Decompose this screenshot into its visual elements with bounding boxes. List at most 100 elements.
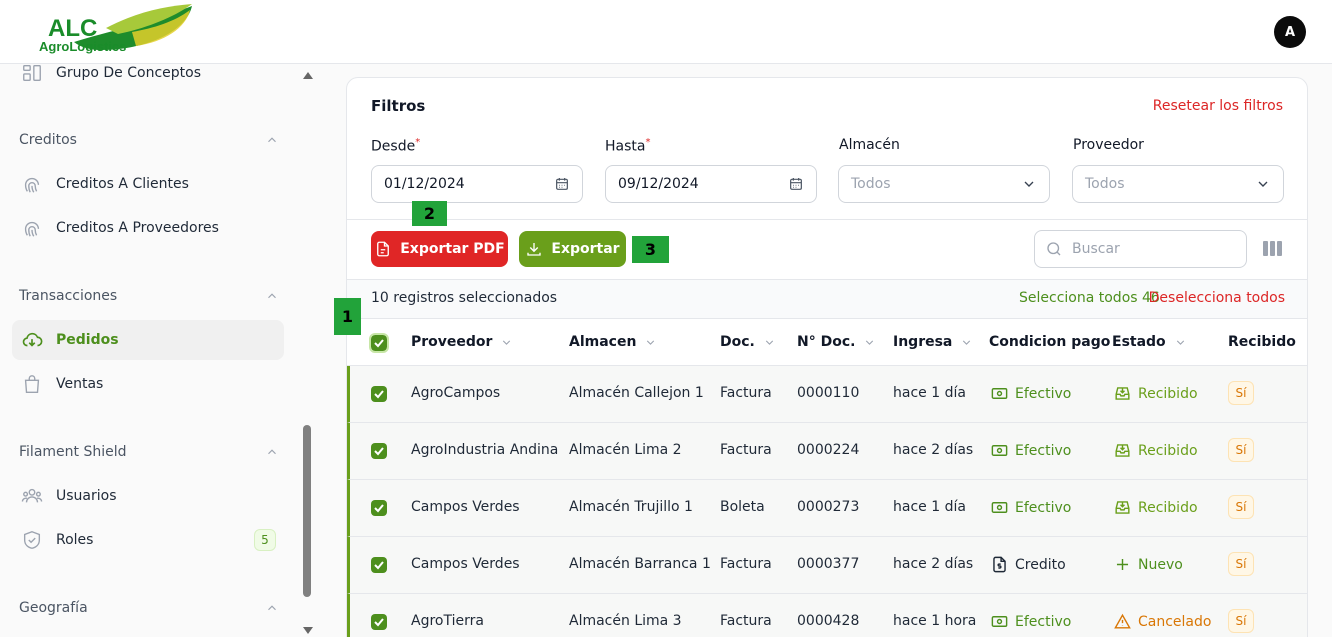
alc-agrologistics-logo[interactable]: ALC AgroLogistics xyxy=(36,2,196,58)
cash-icon xyxy=(991,616,1008,627)
sidebar-group-filament-shield[interactable]: Filament Shield xyxy=(19,440,279,464)
row-checkbox[interactable] xyxy=(371,557,387,573)
column-header-condicion-pago: Condicion pago xyxy=(989,334,1111,350)
proveedor-select-value: Todos xyxy=(1085,176,1125,192)
row-checkbox[interactable] xyxy=(371,500,387,516)
table-row[interactable]: Campos Verdes Almacén Trujillo 1 Boleta … xyxy=(347,480,1307,537)
sidebar-group-title: Geografía xyxy=(19,600,88,616)
select-all-checkbox[interactable] xyxy=(369,333,389,353)
recibido-badge: Sí xyxy=(1228,552,1254,576)
columns-toggle-icon[interactable] xyxy=(1263,240,1282,257)
cell-condicion-pago: Efectivo xyxy=(990,498,1071,517)
recibido-badge: Sí xyxy=(1228,438,1254,462)
column-header-estado[interactable]: Estado xyxy=(1112,334,1187,350)
almacen-select[interactable]: Todos xyxy=(838,165,1050,203)
column-header-proveedor[interactable]: Proveedor xyxy=(411,334,513,350)
scroll-down-arrow[interactable] xyxy=(303,627,313,634)
cell-condicion-pago: Credito xyxy=(990,555,1066,574)
cell-almacen: Almacén Lima 2 xyxy=(569,442,682,458)
selection-bar: 10 registros seleccionados Selecciona to… xyxy=(347,280,1307,318)
shopping-bag-icon xyxy=(21,373,43,395)
cell-proveedor: AgroTierra xyxy=(411,613,484,629)
table-row[interactable]: Campos Verdes Almacén Barranca 1 Factura… xyxy=(347,537,1307,594)
cell-doc: Factura xyxy=(720,385,772,401)
sidebar-group-geografia[interactable]: Geografía xyxy=(19,596,279,620)
export-button[interactable]: Exportar xyxy=(519,231,626,267)
proveedor-select[interactable]: Todos xyxy=(1072,165,1284,203)
sidebar-item-grupo-de-conceptos[interactable]: Grupo De Conceptos xyxy=(12,65,284,93)
chevron-up-icon xyxy=(268,449,276,455)
inbox-download-icon xyxy=(1115,444,1130,457)
hasta-date-input[interactable]: 09/12/2024 xyxy=(605,165,817,203)
sidebar-item-usuarios[interactable]: Usuarios xyxy=(12,476,284,516)
cell-almacen: Almacén Callejon 1 xyxy=(569,385,704,401)
export-pdf-button[interactable]: Exportar PDF xyxy=(371,231,508,267)
sidebar-group-creditos[interactable]: Creditos xyxy=(19,128,279,152)
cell-ingresa: hace 1 día xyxy=(893,499,966,515)
table-row[interactable]: AgroCampos Almacén Callejon 1 Factura 00… xyxy=(347,366,1307,423)
recibido-badge: Sí xyxy=(1228,609,1254,633)
scroll-up-arrow[interactable] xyxy=(303,72,313,79)
column-header-ingresa[interactable]: Ingresa xyxy=(893,334,973,350)
cloud-download-icon xyxy=(21,329,43,351)
cell-ndoc: 0000110 xyxy=(797,385,860,401)
column-header-doc[interactable]: Doc. xyxy=(720,334,776,350)
almacen-select-value: Todos xyxy=(851,176,891,192)
selected-count-text: 10 registros seleccionados xyxy=(371,290,558,306)
cash-icon xyxy=(991,445,1008,456)
cell-ndoc: 0000224 xyxy=(797,442,860,458)
download-icon xyxy=(527,243,542,256)
check-icon xyxy=(374,561,384,570)
chevron-down-icon xyxy=(1176,339,1184,345)
sidebar-item-creditos-a-proveedores[interactable]: Creditos A Proveedores xyxy=(12,208,284,248)
sidebar-item-pedidos[interactable]: Pedidos xyxy=(12,320,284,360)
cell-condicion-pago: Efectivo xyxy=(990,384,1071,403)
check-icon xyxy=(374,504,384,513)
cell-doc: Factura xyxy=(720,442,772,458)
cell-ingresa: hace 1 día xyxy=(893,385,966,401)
sidebar-scrollbar-thumb[interactable] xyxy=(303,425,311,597)
desde-date-input[interactable]: 01/12/2024 xyxy=(371,165,583,203)
row-checkbox[interactable] xyxy=(371,443,387,459)
chevron-up-icon xyxy=(268,137,276,143)
reset-filters-link[interactable]: Resetear los filtros xyxy=(1153,98,1283,114)
sidebar: Grupo De Conceptos Creditos Creditos A C… xyxy=(0,65,316,637)
table-row[interactable]: AgroIndustria Andina Almacén Lima 2 Fact… xyxy=(347,423,1307,480)
sidebar-item-roles[interactable]: Roles 5 xyxy=(12,520,284,560)
column-header-almacen[interactable]: Almacen xyxy=(569,334,657,350)
cell-proveedor: Campos Verdes xyxy=(411,556,520,572)
desde-label: Desde* xyxy=(371,137,421,155)
check-icon xyxy=(374,447,384,456)
row-checkbox[interactable] xyxy=(371,614,387,630)
sidebar-item-ventas[interactable]: Ventas xyxy=(12,364,284,404)
sidebar-group-title: Filament Shield xyxy=(19,444,127,460)
table-row[interactable]: AgroTierra Almacén Lima 3 Factura 000042… xyxy=(347,594,1307,637)
column-header-recibido: Recibido xyxy=(1228,334,1296,350)
column-header-ndoc[interactable]: N° Doc. xyxy=(797,334,876,350)
cell-condicion-pago: Efectivo xyxy=(990,441,1071,460)
user-avatar[interactable]: A xyxy=(1274,16,1306,48)
select-all-link[interactable]: Selecciona todos 46 xyxy=(1019,290,1160,306)
row-checkbox[interactable] xyxy=(371,386,387,402)
shield-check-icon xyxy=(21,529,43,551)
pedidos-table-card: Filtros Resetear los filtros Desde* 01/1… xyxy=(346,77,1308,637)
plus-icon xyxy=(1116,558,1129,571)
cell-almacen: Almacén Barranca 1 xyxy=(569,556,711,572)
search-input[interactable]: Buscar xyxy=(1034,230,1247,268)
hasta-date-value: 09/12/2024 xyxy=(618,176,699,192)
sidebar-group-title: Transacciones xyxy=(19,288,118,304)
fingerprint-icon xyxy=(21,217,43,239)
cell-estado: Cancelado xyxy=(1113,612,1211,631)
recibido-badge: Sí xyxy=(1228,495,1254,519)
sidebar-item-label: Usuarios xyxy=(56,488,117,504)
deselect-all-link[interactable]: Deselecciona todos xyxy=(1149,290,1285,306)
table-header: Proveedor Almacen Doc. N° Doc. Ingresa C… xyxy=(347,318,1307,366)
desde-date-value: 01/12/2024 xyxy=(384,176,465,192)
roles-count-badge: 5 xyxy=(254,529,276,551)
annotation-marker-2: 2 xyxy=(412,201,447,226)
sidebar-group-transacciones[interactable]: Transacciones xyxy=(19,284,279,308)
sidebar-group-title: Creditos xyxy=(19,132,77,148)
sidebar-item-creditos-a-clientes[interactable]: Creditos A Clientes xyxy=(12,164,284,204)
cell-ingresa: hace 1 hora xyxy=(893,613,977,629)
chevron-down-icon xyxy=(1024,181,1034,187)
